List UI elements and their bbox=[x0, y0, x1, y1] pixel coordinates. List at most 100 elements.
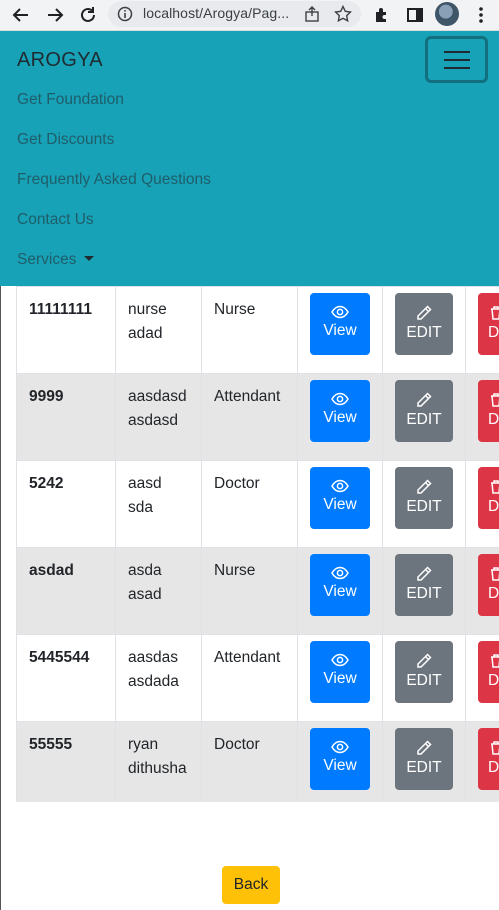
view-cell: View bbox=[297, 460, 383, 548]
nav-link-faq[interactable]: Frequently Asked Questions bbox=[17, 171, 211, 189]
trash-icon bbox=[491, 654, 499, 668]
reload-icon[interactable] bbox=[76, 3, 100, 27]
staff-name-line1: aasdasd bbox=[128, 388, 187, 405]
staff-id: 11111111 bbox=[16, 286, 116, 374]
info-icon[interactable] bbox=[117, 6, 133, 22]
staff-id: 9999 bbox=[16, 373, 116, 461]
staff-name: aasdasd asdasd bbox=[115, 373, 202, 461]
staff-id: 55555 bbox=[16, 721, 116, 802]
pencil-icon bbox=[417, 479, 432, 494]
view-button-label: View bbox=[323, 670, 357, 687]
delete-button[interactable]: D bbox=[478, 554, 499, 616]
edit-button[interactable]: EDIT bbox=[395, 641, 453, 703]
staff-name: aasd sda bbox=[115, 460, 202, 548]
view-cell: View bbox=[297, 547, 383, 635]
back-button[interactable]: Back bbox=[222, 866, 280, 904]
edit-cell: EDIT bbox=[382, 547, 466, 635]
navbar-toggler[interactable] bbox=[425, 36, 488, 83]
staff-name-line2: asdasd bbox=[128, 412, 178, 429]
delete-button-label: D bbox=[488, 324, 499, 341]
share-icon[interactable] bbox=[304, 6, 320, 22]
delete-button[interactable]: D bbox=[478, 380, 499, 442]
trash-icon bbox=[491, 741, 499, 755]
edit-button[interactable]: EDIT bbox=[395, 554, 453, 616]
back-arrow-icon[interactable] bbox=[9, 3, 33, 27]
pencil-icon bbox=[417, 392, 432, 407]
eye-icon bbox=[331, 479, 349, 493]
delete-cell: D bbox=[465, 460, 499, 548]
delete-button[interactable]: D bbox=[478, 728, 499, 790]
staff-role: Nurse bbox=[201, 286, 298, 374]
staff-role: Nurse bbox=[201, 547, 298, 635]
view-button[interactable]: View bbox=[310, 641, 370, 703]
delete-button[interactable]: D bbox=[478, 641, 499, 703]
browser-toolbar: localhost/Arogya/Pag... bbox=[0, 0, 499, 31]
staff-name: asda asad bbox=[115, 547, 202, 635]
delete-button-label: D bbox=[488, 759, 499, 776]
pencil-icon bbox=[417, 740, 432, 755]
view-button-label: View bbox=[323, 583, 357, 600]
edit-cell: EDIT bbox=[382, 721, 466, 802]
delete-button[interactable]: D bbox=[478, 467, 499, 529]
delete-button-label: D bbox=[488, 498, 499, 515]
staff-role: Attendant bbox=[201, 634, 298, 722]
delete-button-label: D bbox=[488, 672, 499, 689]
menu-dots-icon[interactable] bbox=[469, 3, 493, 27]
view-button[interactable]: View bbox=[310, 467, 370, 529]
forward-arrow-icon[interactable] bbox=[43, 3, 67, 27]
sidepanel-icon[interactable] bbox=[403, 3, 427, 27]
eye-icon bbox=[331, 392, 349, 406]
edit-cell: EDIT bbox=[382, 286, 466, 374]
eye-icon bbox=[331, 566, 349, 580]
view-cell: View bbox=[297, 634, 383, 722]
edit-button[interactable]: EDIT bbox=[395, 293, 453, 355]
nav-link-contact-us[interactable]: Contact Us bbox=[17, 211, 94, 229]
table-row: 11111111 nurse adad Nurse View EDIT D bbox=[16, 286, 499, 374]
view-button[interactable]: View bbox=[310, 380, 370, 442]
eye-icon bbox=[331, 740, 349, 754]
staff-name: aasdas asdada bbox=[115, 634, 202, 722]
profile-avatar[interactable] bbox=[435, 2, 459, 26]
trash-icon bbox=[491, 393, 499, 407]
staff-name-line1: aasdas bbox=[128, 649, 178, 666]
pencil-icon bbox=[417, 653, 432, 668]
eye-icon bbox=[331, 305, 349, 319]
extensions-icon[interactable] bbox=[370, 3, 394, 27]
delete-cell: D bbox=[465, 721, 499, 802]
view-button-label: View bbox=[323, 409, 357, 426]
view-button[interactable]: View bbox=[310, 293, 370, 355]
delete-cell: D bbox=[465, 286, 499, 374]
delete-button[interactable]: D bbox=[478, 293, 499, 355]
edit-button-label: EDIT bbox=[406, 585, 442, 602]
star-icon[interactable] bbox=[334, 5, 352, 23]
view-button-label: View bbox=[323, 757, 357, 774]
table-row: asdad asda asad Nurse View EDIT D bbox=[16, 547, 499, 635]
staff-table: 11111111 nurse adad Nurse View EDIT D 9999 aasda… bbox=[16, 286, 499, 802]
view-button-label: View bbox=[323, 322, 357, 339]
nav-link-get-foundation[interactable]: Get Foundation bbox=[17, 91, 124, 109]
edit-button[interactable]: EDIT bbox=[395, 728, 453, 790]
page-border bbox=[0, 286, 1, 910]
edit-cell: EDIT bbox=[382, 634, 466, 722]
view-cell: View bbox=[297, 286, 383, 374]
delete-cell: D bbox=[465, 373, 499, 461]
hamburger-icon bbox=[443, 50, 470, 69]
staff-name: nurse adad bbox=[115, 286, 202, 374]
edit-button-label: EDIT bbox=[406, 498, 442, 515]
url-text[interactable]: localhost/Arogya/Pag... bbox=[143, 5, 289, 21]
view-cell: View bbox=[297, 373, 383, 461]
view-button[interactable]: View bbox=[310, 728, 370, 790]
caret-down-icon bbox=[84, 256, 95, 261]
staff-name-line2: sda bbox=[128, 499, 153, 516]
edit-button[interactable]: EDIT bbox=[395, 467, 453, 529]
address-bar[interactable]: localhost/Arogya/Pag... bbox=[108, 1, 361, 27]
view-button[interactable]: View bbox=[310, 554, 370, 616]
edit-button[interactable]: EDIT bbox=[395, 380, 453, 442]
nav-link-services[interactable]: Services bbox=[17, 251, 95, 269]
nav-link-get-discounts[interactable]: Get Discounts bbox=[17, 131, 114, 149]
staff-name-line2: asdada bbox=[128, 673, 179, 690]
delete-button-label: D bbox=[488, 585, 499, 602]
table-row: 9999 aasdasd asdasd Attendant View EDIT D bbox=[16, 373, 499, 461]
navbar: AROGYA Get Foundation Get Discounts Freq… bbox=[0, 31, 499, 286]
brand[interactable]: AROGYA bbox=[17, 49, 103, 72]
